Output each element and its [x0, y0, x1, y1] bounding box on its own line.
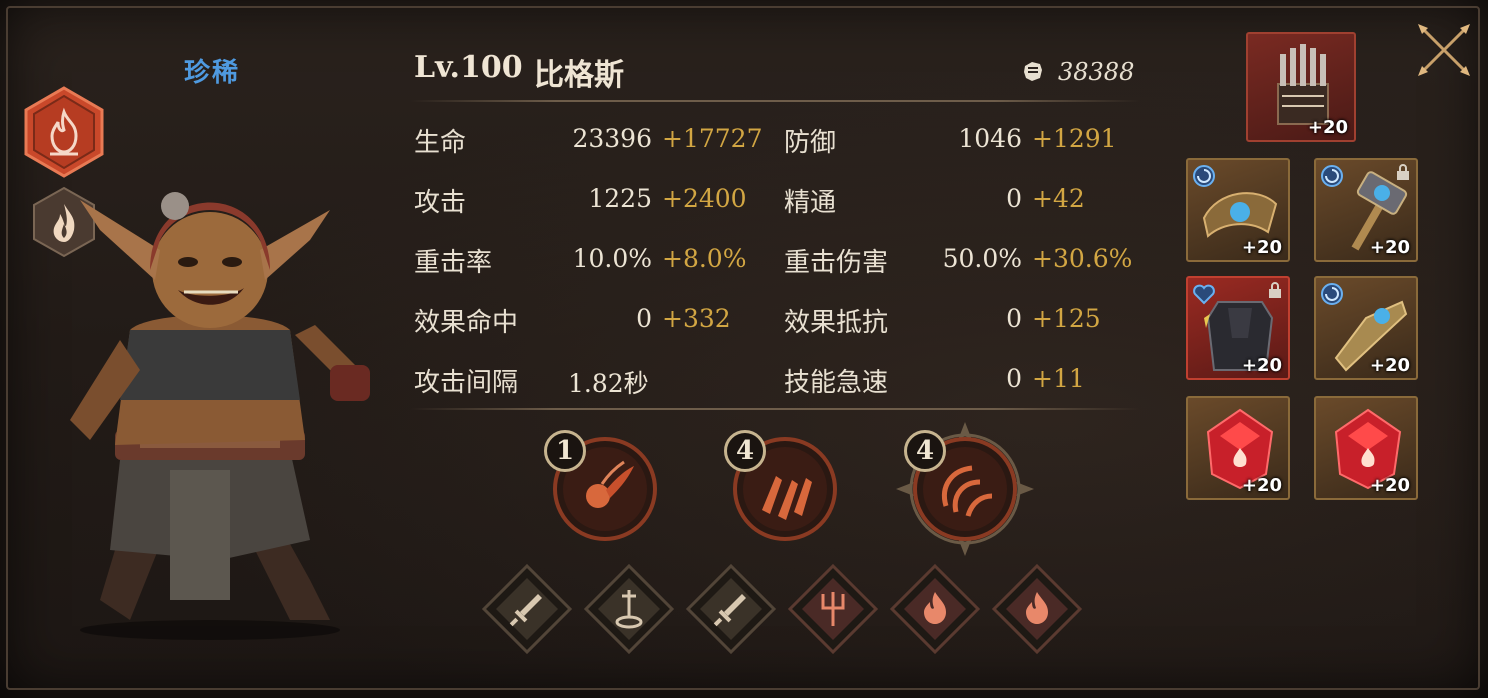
hero-level: Lv.100 — [414, 50, 523, 85]
equip-slot-armor[interactable]: +20 — [1186, 276, 1290, 380]
stat-base: 0 — [1006, 364, 1022, 393]
stat-bonus: +332 — [662, 304, 731, 333]
hero-title-row: Lv.100 比格斯 38388 — [414, 50, 1134, 98]
skill-1-button[interactable]: 1 — [544, 430, 658, 542]
stat-bonus: +2400 — [662, 184, 747, 213]
stat-bonus: +125 — [1032, 304, 1101, 333]
stat-bonus: +1291 — [1032, 124, 1117, 153]
hero-name: 比格斯 — [534, 58, 624, 93]
stat-label: 效果抵抗 — [784, 308, 889, 338]
rarity-label: 珍稀 — [184, 58, 241, 88]
stat-bonus: +8.0% — [662, 244, 747, 273]
equip-slot-gem-1[interactable]: +20 — [1186, 396, 1290, 500]
stat-label: 生命 — [414, 128, 467, 158]
equip-slot-bracer[interactable]: +20 — [1186, 158, 1290, 262]
stat-base: 1.82秒 — [568, 369, 649, 398]
lock-icon — [1269, 282, 1281, 298]
stats-divider — [410, 408, 1140, 410]
stat-skill-haste: 技能急速 0 +11 — [784, 358, 1134, 398]
rune-sword-2[interactable] — [685, 563, 777, 655]
item-level: +20 — [1369, 237, 1410, 258]
skill-level-badge: 4 — [904, 430, 946, 472]
stat-effect-hit: 效果命中 0 +332 — [414, 298, 764, 338]
stat-label: 攻击间隔 — [414, 368, 519, 398]
stat-base: 1046 — [958, 124, 1022, 153]
set-swirl-icon — [1321, 165, 1343, 187]
item-level: +20 — [1241, 237, 1282, 258]
title-divider — [410, 100, 1140, 102]
item-level: +20 — [1369, 355, 1410, 376]
equip-slot-gauntlet[interactable]: +20 — [1314, 276, 1418, 380]
stat-bonus: +30.6% — [1032, 244, 1133, 273]
stat-base: 1225 — [588, 184, 652, 213]
skill-2-button[interactable]: 4 — [724, 430, 838, 542]
stat-base: 50.0% — [942, 244, 1022, 273]
stat-label: 技能急速 — [784, 368, 889, 398]
hero-portrait — [60, 160, 380, 640]
rune-trident[interactable] — [787, 563, 879, 655]
rune-sword-pedestal[interactable] — [583, 563, 675, 655]
close-button[interactable] — [1414, 20, 1474, 80]
lock-icon — [1397, 164, 1409, 180]
skill-3-button[interactable]: 4 — [896, 422, 1034, 556]
stat-label: 攻击 — [414, 188, 467, 218]
item-level: +20 — [1307, 117, 1348, 138]
stat-label: 重击伤害 — [784, 248, 889, 278]
rune-fire-2[interactable] — [991, 563, 1083, 655]
skill-level-badge: 1 — [544, 430, 586, 472]
stat-bonus: +17727 — [662, 124, 763, 153]
item-level: +20 — [1241, 475, 1282, 496]
stat-label: 防御 — [784, 128, 837, 158]
heart-shield-icon — [1193, 284, 1215, 305]
item-level: +20 — [1369, 475, 1410, 496]
stat-attack-interval: 攻击间隔 1.82秒 — [414, 358, 764, 398]
stat-crit-rate: 重击率 10.0% +8.0% — [414, 238, 764, 278]
fist-power-icon — [1024, 62, 1042, 81]
stat-bonus: +11 — [1032, 364, 1085, 393]
set-swirl-icon — [1321, 283, 1343, 305]
stat-base: 0 — [1006, 184, 1022, 213]
equip-slot-hammer[interactable]: +20 — [1314, 158, 1418, 262]
set-swirl-icon — [1193, 165, 1215, 187]
stat-base: 23396 — [572, 124, 652, 153]
stat-base: 0 — [1006, 304, 1022, 333]
stat-base: 10.0% — [572, 244, 652, 273]
stat-label: 效果命中 — [414, 308, 519, 338]
close-icon — [1418, 24, 1470, 76]
artifact-slot[interactable]: +20 — [1246, 32, 1356, 142]
stat-label: 精通 — [784, 188, 837, 218]
skill-level-badge: 4 — [724, 430, 766, 472]
stat-crit-damage: 重击伤害 50.0% +30.6% — [784, 238, 1134, 278]
stat-base: 0 — [636, 304, 652, 333]
stat-effect-resist: 效果抵抗 0 +125 — [784, 298, 1134, 338]
stat-mastery: 精通 0 +42 — [784, 178, 1134, 218]
hero-detail-panel: 珍稀 Lv.100 比格斯 38388 生命 23396 +17727 攻击 1… — [0, 0, 1488, 698]
stat-label: 重击率 — [414, 248, 493, 278]
stat-defense: 防御 1046 +1291 — [784, 118, 1134, 158]
stat-bonus: +42 — [1032, 184, 1085, 213]
stat-hp: 生命 23396 +17727 — [414, 118, 764, 158]
combat-power-value: 38388 — [1058, 58, 1135, 86]
rune-fire-1[interactable] — [889, 563, 981, 655]
rune-sword-1[interactable] — [481, 563, 573, 655]
stat-attack: 攻击 1225 +2400 — [414, 178, 764, 218]
equip-slot-gem-2[interactable]: +20 — [1314, 396, 1418, 500]
item-level: +20 — [1241, 355, 1282, 376]
